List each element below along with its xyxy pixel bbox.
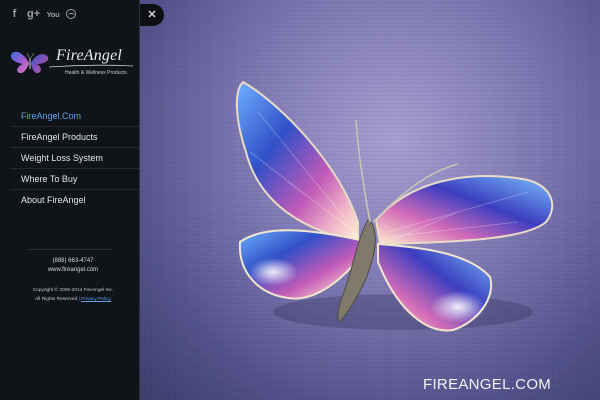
brand-watermark: FIREANGEL.COM — [423, 376, 552, 393]
hero-area: FIREANGEL.COM — [140, 0, 600, 400]
nav-item-where-to-buy[interactable]: Where To Buy — [10, 168, 139, 189]
main-nav: FireAngel.Com FireAngel Products Weight … — [10, 106, 139, 210]
facebook-icon[interactable]: f — [8, 8, 21, 21]
contact-info: (888) 663-4747 www.fireangel.com — [0, 257, 139, 275]
social-links: f g+ You — [8, 8, 76, 21]
logo-tagline: Health & Wellness Products — [65, 70, 127, 76]
nav-item-products[interactable]: FireAngel Products — [10, 126, 139, 147]
youtube-icon[interactable]: You — [46, 8, 60, 21]
sidebar: f g+ You FireAngel Health & Wellness Pro… — [0, 0, 140, 400]
butterfly-logo-icon — [10, 51, 49, 74]
close-sidebar-button[interactable] — [140, 4, 164, 26]
butterfly-image — [235, 80, 554, 332]
rights-text: All Rights Reserved — [35, 297, 78, 302]
nav-item-weight-loss[interactable]: Weight Loss System — [10, 147, 139, 168]
sidebar-divider — [28, 249, 112, 250]
google-plus-icon[interactable]: g+ — [27, 8, 40, 21]
close-icon — [148, 10, 156, 18]
dribbble-icon[interactable] — [66, 8, 76, 19]
nav-item-fireangel-com[interactable]: FireAngel.Com — [10, 106, 139, 126]
fireangel-logo[interactable]: FireAngel Health & Wellness Products — [9, 47, 133, 83]
separator: | — [78, 297, 80, 302]
nav-item-about[interactable]: About FireAngel — [10, 189, 139, 210]
phone-number: (888) 663-4747 — [52, 258, 94, 264]
copyright-text: Copyright © 2009-2014 FireAngel Inc. — [32, 288, 114, 293]
rights-line: All Rights Reserved | Privacy Policy — [0, 295, 139, 304]
logo-wordmark: FireAngel — [56, 47, 123, 64]
website-text: www.fireangel.com — [47, 267, 99, 273]
privacy-policy-link[interactable]: Privacy Policy — [81, 297, 111, 302]
copyright-block: Copyright © 2009-2014 FireAngel Inc. All… — [0, 286, 139, 304]
